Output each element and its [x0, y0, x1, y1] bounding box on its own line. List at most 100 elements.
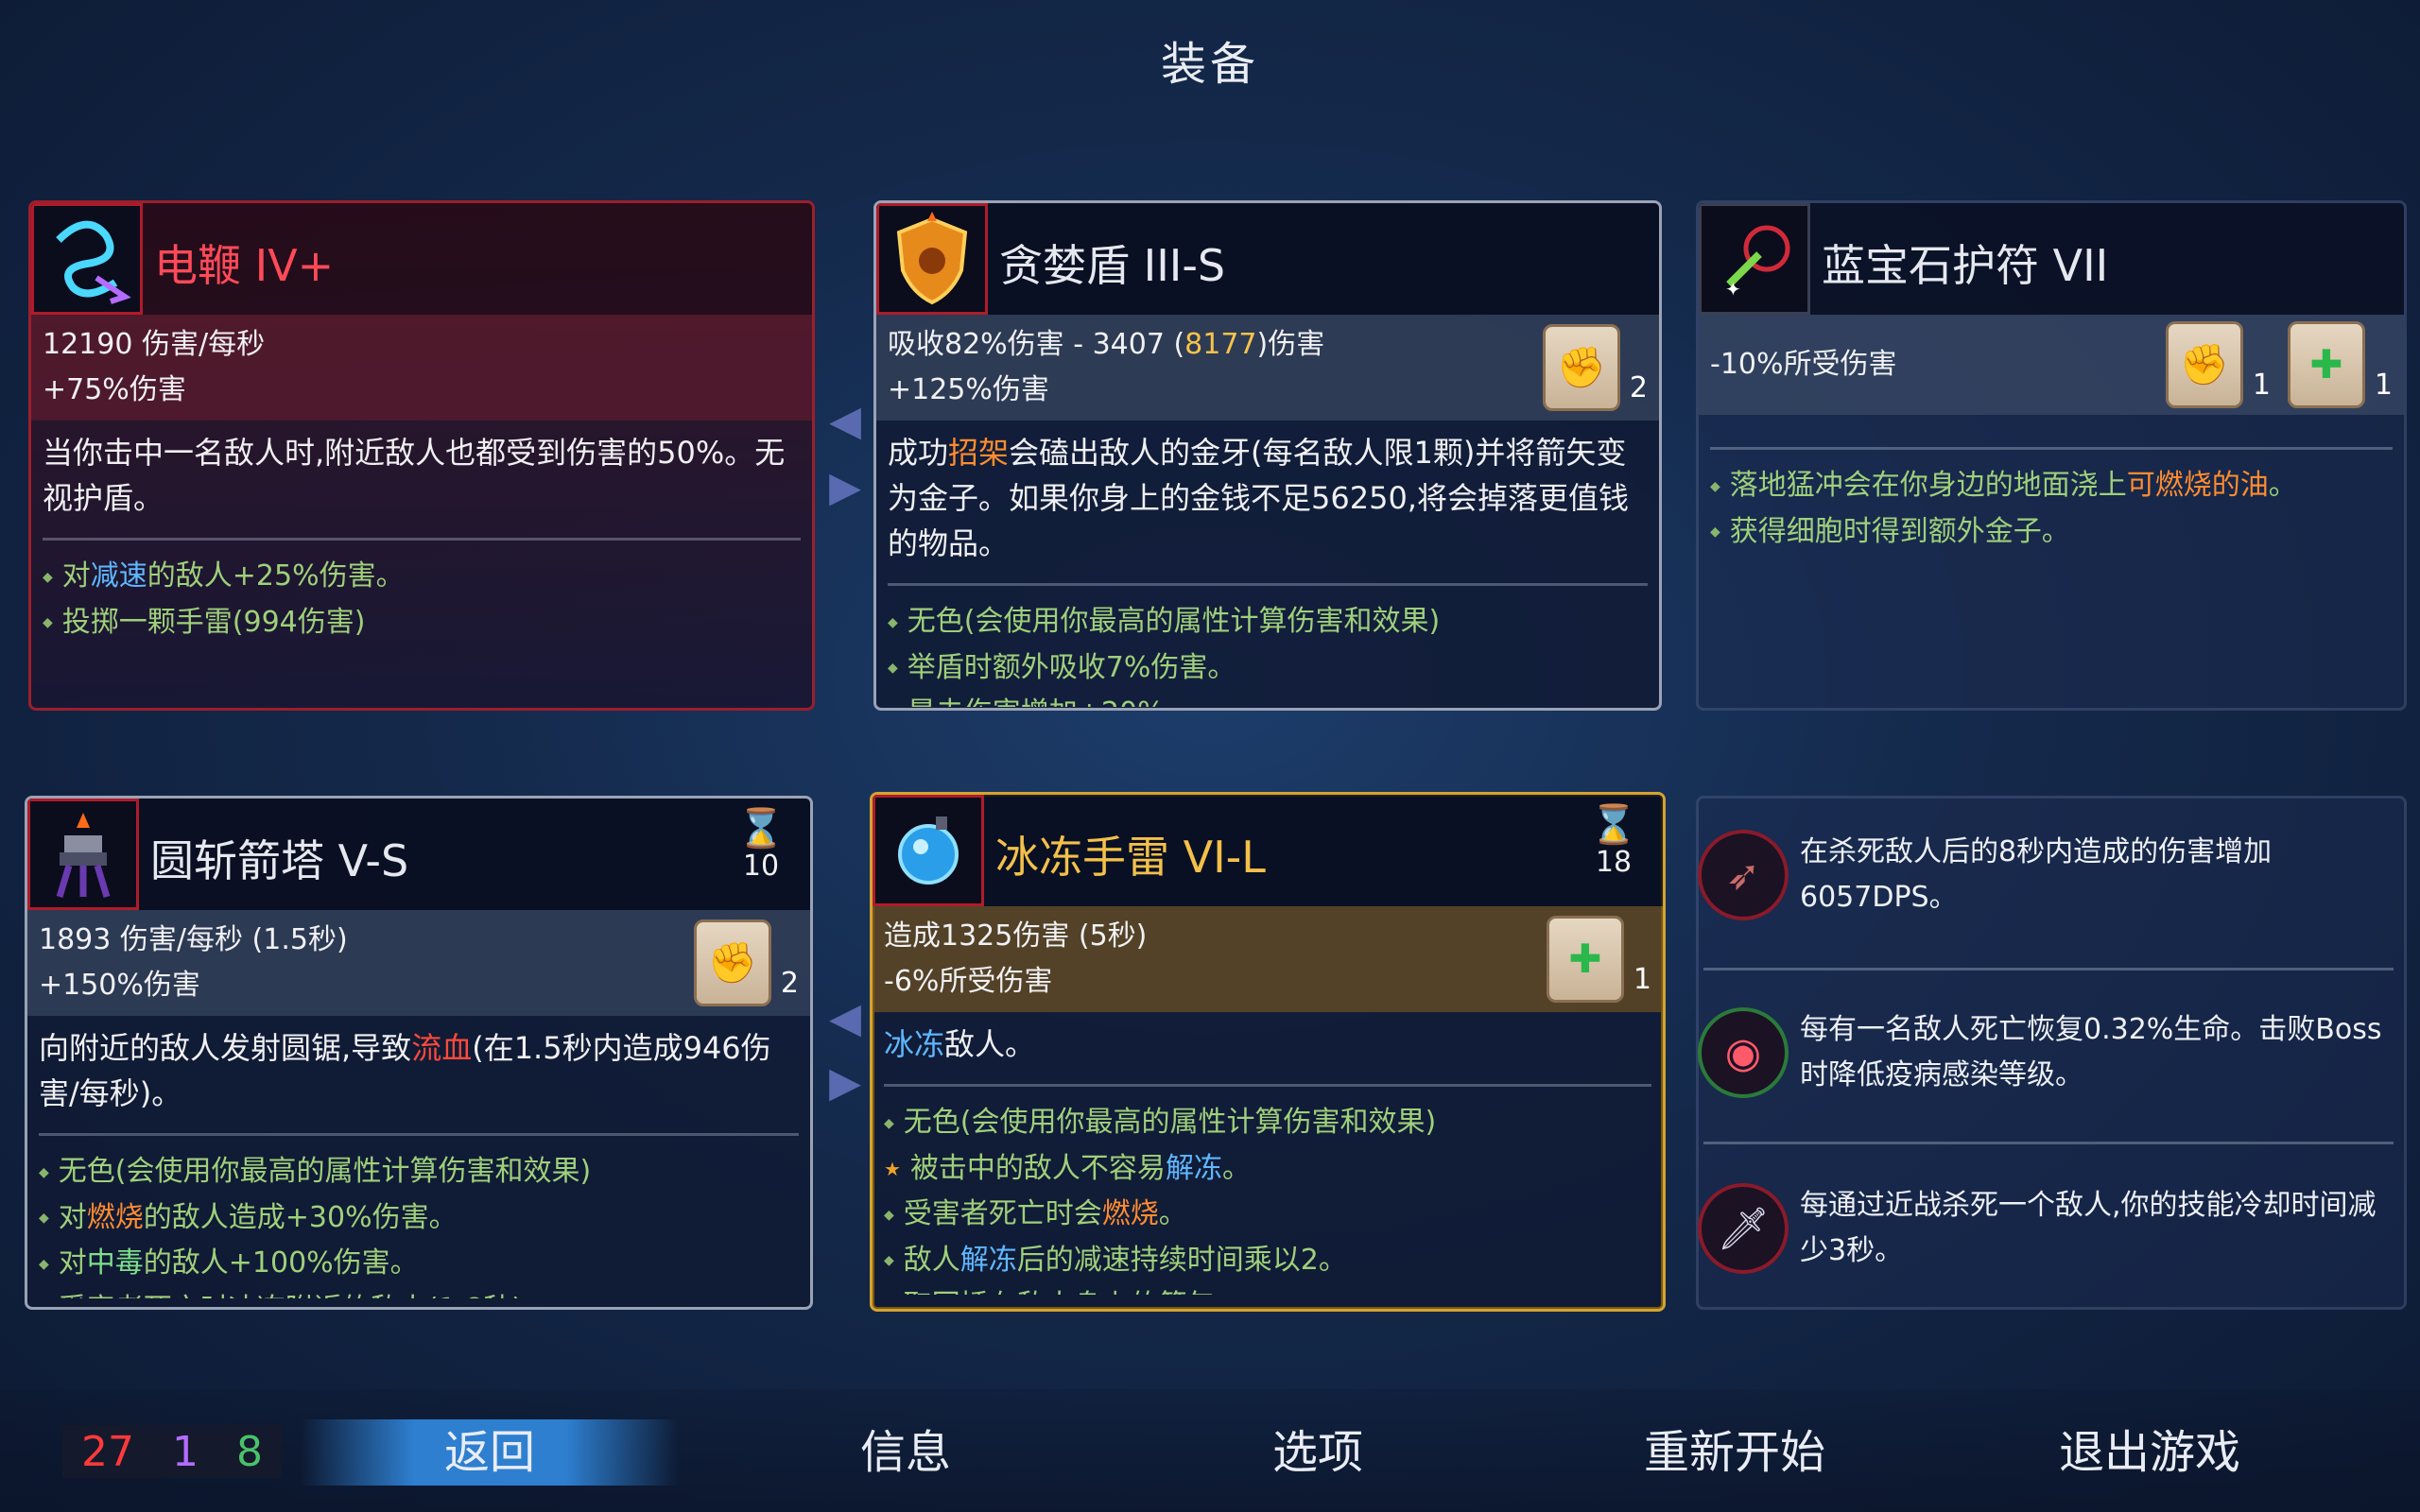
affix-item: 取回插在敌人身上的箭矢 [884, 1283, 1651, 1295]
affix-item: 投掷一颗手雷(994伤害) [43, 600, 801, 646]
divider [39, 1133, 799, 1136]
damage-reduction-stat: -6%所受伤害 [884, 965, 1053, 998]
weapon-stats: 吸收82%伤害 - 3407 (8177)伤害 +125%伤害 ✊ 2 [876, 315, 1659, 421]
mutation-entry[interactable]: ◉ 每有一名敌人死亡恢复0.32%生命。击败Boss时降低疫病感染等级。 [1698, 1007, 2407, 1098]
affix-list: 无色(会使用你最高的属性计算伤害和效果) 对燃烧的敌人造成+30%伤害。 对中毒… [27, 1143, 810, 1298]
restart-button[interactable]: 重新开始 [1588, 1419, 1881, 1486]
amulet-name: 蓝宝石护符 VII [1822, 240, 2109, 291]
weapon-card-whip[interactable]: 电鞭 IV+ 12190 伤害/每秒 +75%伤害 当你击中一名敌人时,附近敌人… [28, 200, 815, 711]
scroll-count: 2 [780, 967, 799, 1000]
swap-arrow-right-icon[interactable]: ▶ [817, 467, 873, 508]
tactics-stat: 1 [172, 1427, 199, 1476]
damage-bonus-stat: +125%伤害 [888, 373, 1049, 406]
svg-text:✦: ✦ [1725, 278, 1741, 301]
crossbow-icon: ➶ [1698, 830, 1789, 920]
skill-description: 冰冻敌人。 [884, 1026, 1036, 1062]
card-header: 电鞭 IV+ [31, 203, 812, 315]
damage-reduction-stat: -10%所受伤害 [1710, 348, 1897, 381]
amulet-icon: ✦ [1699, 203, 1810, 315]
scroll-count: 1 [2374, 369, 2393, 402]
scroll-stats: 27 1 8 [62, 1425, 282, 1478]
brutality-stat: 27 [81, 1427, 134, 1476]
brutality-scroll-icon: ✊ [2165, 321, 2243, 408]
affix-item: 举盾时额外吸收7%伤害。 [888, 645, 1648, 692]
affix-item: 受害者死亡时会燃烧。 [884, 1192, 1651, 1238]
weapon-card-shield[interactable]: 贪婪盾 III-S 吸收82%伤害 - 3407 (8177)伤害 +125%伤… [873, 200, 1662, 711]
skill-name: 冰冻手雷 VI-L [995, 832, 1266, 883]
turret-icon [27, 799, 139, 910]
mutation-description: 每通过近战杀死一个敌人,你的技能冷却时间减少3秒。 [1800, 1189, 2377, 1267]
weapon-description: 成功招架会磕出敌人的金牙(每名敌人限1颗)并将箭矢变为金子。如果你身上的金钱不足… [888, 435, 1629, 561]
skill-card-ice-grenade[interactable]: 冰冻手雷 VI-L ⌛ 18 造成1325伤害 (5秒) -6%所受伤害 ✚ 1… [870, 792, 1666, 1312]
scroll-list: ✊ 1 ✚ 1 [2165, 321, 2393, 408]
hourglass-icon: ⌛ [737, 807, 785, 850]
cooldown-seconds: 10 [742, 850, 780, 883]
amulet-stats: -10%所受伤害 ✊ 1 ✚ 1 [1699, 315, 2404, 415]
card-header: ✦ 蓝宝石护符 VII [1699, 203, 2404, 315]
divider [1703, 1142, 2394, 1144]
survival-scroll-icon: ✚ [1546, 916, 1624, 1003]
scroll-entry: ✚ 1 [1546, 916, 1651, 1003]
card-header: 贪婪盾 III-S [876, 203, 1659, 315]
affix-item: 对减速的敌人+25%伤害。 [43, 554, 801, 600]
affix-item: 对中毒的敌人+100%伤害。 [39, 1241, 799, 1287]
absorb-stat: 吸收82%伤害 - 3407 (8177)伤害 [888, 328, 1325, 361]
cooldown-timer: ⌛ 10 [733, 808, 789, 883]
affix-item: 获得细胞时得到额外金子。 [1710, 509, 2393, 556]
shield-icon [876, 203, 988, 315]
cooldown-timer: ⌛ 18 [1585, 804, 1642, 879]
divider [884, 1084, 1651, 1087]
affix-item: 无色(会使用你最高的属性计算伤害和效果) [884, 1100, 1651, 1146]
affix-list: 落地猛冲会在你身边的地面浇上可燃烧的油。 获得细胞时得到额外金子。 [1699, 457, 2404, 555]
weapon-name: 贪婪盾 III-S [999, 240, 1226, 291]
dps-stat: 1893 伤害/每秒 (1.5秒) [39, 923, 348, 956]
scroll-list: ✊ 2 [1542, 324, 1648, 411]
damage-stat: 造成1325伤害 (5秒) [884, 919, 1148, 953]
damage-bonus-stat: +150%伤害 [39, 969, 200, 1002]
divider [1710, 447, 2393, 450]
options-button[interactable]: 选项 [1204, 1419, 1431, 1486]
brutality-scroll-icon: ✊ [693, 919, 771, 1006]
affix-item: 敌人解冻后的减速持续时间乘以2。 [884, 1238, 1651, 1284]
mutation-entry[interactable]: ➶ 在杀死敌人后的8秒内造成的伤害增加6057DPS。 [1698, 830, 2407, 920]
card-header: 圆斩箭塔 V-S ⌛ 10 [27, 799, 810, 910]
amulet-card[interactable]: ✦ 蓝宝石护符 VII -10%所受伤害 ✊ 1 ✚ 1 落地猛冲会在你身边的地… [1696, 200, 2407, 711]
affix-list: 对减速的敌人+25%伤害。 投掷一颗手雷(994伤害) [31, 548, 812, 645]
scroll-entry: ✊ 1 [2165, 321, 2271, 408]
scroll-list: ✊ 2 [693, 919, 799, 1006]
scroll-entry: ✊ 2 [1542, 324, 1648, 411]
sword-icon: 🗡 [1698, 1183, 1789, 1274]
quit-button[interactable]: 退出游戏 [1998, 1419, 2301, 1486]
affix-list: 无色(会使用你最高的属性计算伤害和效果) 被击中的敌人不容易解冻。 受害者死亡时… [873, 1094, 1663, 1295]
swap-arrow-left-icon[interactable]: ◀ [817, 998, 873, 1040]
dps-stat: 12190 伤害/每秒 [43, 328, 266, 361]
survival-stat: 8 [236, 1427, 263, 1476]
affix-item: 对燃烧的敌人造成+30%伤害。 [39, 1195, 799, 1242]
divider [1703, 968, 2394, 971]
affix-item: 暴击伤害增加+20% [888, 691, 1648, 707]
info-button[interactable]: 信息 [792, 1419, 1019, 1486]
electric-whip-icon [31, 203, 143, 315]
weapon-name: 电鞭 IV+ [154, 240, 335, 291]
swap-arrow-left-icon[interactable]: ◀ [817, 401, 873, 442]
swap-arrow-right-icon[interactable]: ▶ [817, 1062, 873, 1104]
mutation-description: 在杀死敌人后的8秒内造成的伤害增加6057DPS。 [1800, 835, 2273, 914]
skill-card-turret[interactable]: 圆斩箭塔 V-S ⌛ 10 1893 伤害/每秒 (1.5秒) +150%伤害 … [25, 796, 813, 1310]
page-title: 装备 [1160, 38, 1259, 91]
scroll-list: ✚ 1 [1546, 916, 1651, 1003]
scroll-entry: ✚ 1 [2287, 321, 2393, 408]
vampire-mouth-icon: ◉ [1698, 1007, 1789, 1098]
mutation-entry[interactable]: 🗡 每通过近战杀死一个敌人,你的技能冷却时间减少3秒。 [1698, 1183, 2407, 1274]
scroll-count: 1 [2252, 369, 2271, 402]
skill-stats: 1893 伤害/每秒 (1.5秒) +150%伤害 ✊ 2 [27, 910, 810, 1016]
brutality-scroll-icon: ✊ [1542, 324, 1620, 411]
weapon-description: 当你击中一名敌人时,附近敌人也都受到伤害的50%。无视护盾。 [43, 435, 786, 516]
skill-stats: 造成1325伤害 (5秒) -6%所受伤害 ✚ 1 [873, 906, 1663, 1012]
mutation-description: 每有一名敌人死亡恢复0.32%生命。击败Boss时降低疫病感染等级。 [1800, 1013, 2382, 1091]
legendary-affix-item: 被击中的敌人不容易解冻。 [884, 1146, 1651, 1193]
divider [888, 583, 1648, 586]
back-button[interactable]: 返回 [301, 1419, 679, 1486]
skill-description: 向附近的敌人发射圆锯,导致流血(在1.5秒内造成946伤害/每秒)。 [39, 1030, 771, 1111]
survival-scroll-icon: ✚ [2287, 321, 2365, 408]
affix-item: 受害者死亡时冰冻附近的敌人(1.8秒) [39, 1287, 799, 1299]
